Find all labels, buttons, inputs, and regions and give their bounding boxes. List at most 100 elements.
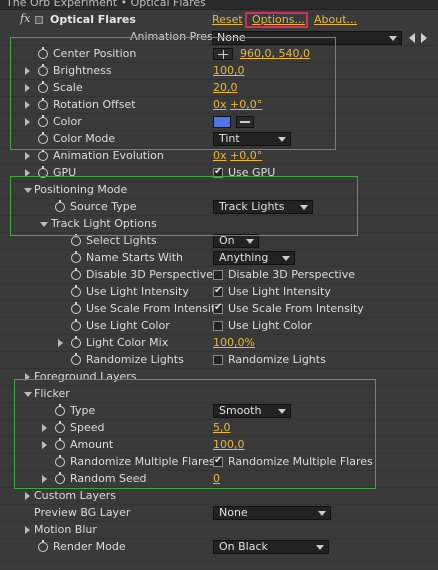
prop-render-mode: Render Mode On Black xyxy=(0,538,438,555)
stopwatch-icon[interactable] xyxy=(71,251,81,263)
twirl-icon[interactable] xyxy=(25,152,30,160)
effect-twirl-icon[interactable] xyxy=(35,16,43,24)
disable-3d-perspective-checkbox[interactable] xyxy=(213,270,223,280)
stopwatch-icon[interactable] xyxy=(38,166,48,178)
prop-label: Render Mode xyxy=(53,540,126,553)
stopwatch-icon[interactable] xyxy=(71,302,81,314)
use-light-intensity-checkbox[interactable] xyxy=(213,285,223,297)
presets-dropdown[interactable]: None xyxy=(212,31,402,45)
source-type-dropdown[interactable]: Track Lights xyxy=(213,200,313,214)
stopwatch-icon[interactable] xyxy=(71,353,81,365)
twirl-icon[interactable] xyxy=(40,222,48,227)
center-position-value[interactable]: 960,0, 540,0 xyxy=(240,47,310,60)
speed-value[interactable]: 5,0 xyxy=(213,421,231,434)
stopwatch-icon[interactable] xyxy=(55,200,65,212)
stopwatch-icon[interactable] xyxy=(55,438,65,450)
twirl-icon[interactable] xyxy=(42,475,47,483)
twirl-icon[interactable] xyxy=(24,188,32,193)
stopwatch-icon[interactable] xyxy=(55,455,65,467)
evolution-turns[interactable]: 0x xyxy=(213,149,227,162)
group-flicker[interactable]: Flicker xyxy=(0,385,438,402)
twirl-icon[interactable] xyxy=(25,169,30,177)
brightness-value[interactable]: 100,0 xyxy=(213,64,245,77)
light-color-mix-value[interactable]: 100,0% xyxy=(213,336,255,349)
twirl-icon[interactable] xyxy=(25,492,30,500)
twirl-icon[interactable] xyxy=(42,424,47,432)
prop-disable-3d-perspective: Disable 3D Perspective Disable 3D Perspe… xyxy=(0,266,438,283)
select-lights-dropdown[interactable]: On xyxy=(213,234,259,248)
twirl-icon[interactable] xyxy=(25,84,30,92)
reset-link[interactable]: Reset xyxy=(212,13,243,26)
prop-speed: Speed 5,0 xyxy=(0,419,438,436)
rotation-degrees[interactable]: +0,0° xyxy=(230,98,262,111)
stopwatch-icon[interactable] xyxy=(38,64,48,76)
prop-color: Color xyxy=(0,113,438,130)
stopwatch-icon[interactable] xyxy=(71,268,81,280)
next-preset-icon[interactable] xyxy=(421,33,427,43)
stopwatch-icon[interactable] xyxy=(38,132,48,144)
about-link[interactable]: About... xyxy=(314,13,357,26)
crosshair-icon[interactable] xyxy=(213,48,233,60)
twirl-icon[interactable] xyxy=(58,339,63,347)
animation-evolution-value[interactable]: 0x +0,0° xyxy=(213,149,262,162)
twirl-icon[interactable] xyxy=(24,392,32,397)
group-foreground-layers[interactable]: Foreground Layers xyxy=(0,368,438,385)
twirl-icon[interactable] xyxy=(42,441,47,449)
rotation-turns[interactable]: 0x xyxy=(213,98,227,111)
stopwatch-icon[interactable] xyxy=(38,540,48,552)
use-scale-from-intensity-checkbox[interactable] xyxy=(213,302,223,314)
stopwatch-icon[interactable] xyxy=(71,336,81,348)
twirl-icon[interactable] xyxy=(25,526,30,534)
checkbox-label: Randomize Multiple Flares xyxy=(228,455,373,468)
randomize-lights-checkbox[interactable] xyxy=(213,355,223,365)
evolution-degrees[interactable]: +0,0° xyxy=(230,149,262,162)
stopwatch-icon[interactable] xyxy=(55,404,65,416)
flicker-type-dropdown[interactable]: Smooth xyxy=(213,404,291,418)
options-link[interactable]: Options... xyxy=(252,13,305,26)
group-label: Track Light Options xyxy=(51,217,157,230)
color-mode-dropdown[interactable]: Tint xyxy=(213,132,291,146)
stopwatch-icon[interactable] xyxy=(38,47,48,59)
chevron-down-icon xyxy=(389,36,397,41)
stopwatch-icon[interactable] xyxy=(38,98,48,110)
chevron-down-icon xyxy=(278,137,286,142)
panel-title: The Orb Experiment • Optical Flares xyxy=(6,0,206,9)
preview-bg-layer-dropdown[interactable]: None xyxy=(213,506,331,520)
prop-use-scale-from-intensity: Use Scale From Intensit Use Scale From I… xyxy=(0,300,438,317)
prop-use-light-intensity: Use Light Intensity Use Light Intensity xyxy=(0,283,438,300)
use-light-color-checkbox[interactable] xyxy=(213,321,223,331)
stopwatch-icon[interactable] xyxy=(71,234,81,246)
scale-value[interactable]: 20,0 xyxy=(213,81,238,94)
twirl-icon[interactable] xyxy=(25,67,30,75)
group-motion-blur[interactable]: Motion Blur xyxy=(0,521,438,538)
stopwatch-icon[interactable] xyxy=(38,115,48,127)
group-positioning-mode[interactable]: Positioning Mode xyxy=(0,181,438,198)
twirl-icon[interactable] xyxy=(25,373,30,381)
random-seed-value[interactable]: 0 xyxy=(213,472,220,485)
stopwatch-icon[interactable] xyxy=(38,149,48,161)
group-track-light-options[interactable]: Track Light Options xyxy=(0,215,438,232)
group-custom-layers[interactable]: Custom Layers xyxy=(0,487,438,504)
prev-preset-icon[interactable] xyxy=(409,33,415,43)
twirl-icon[interactable] xyxy=(25,101,30,109)
stopwatch-icon[interactable] xyxy=(55,421,65,433)
prop-random-seed: Random Seed 0 xyxy=(0,470,438,487)
fx-toggle[interactable]: fx xyxy=(20,12,30,25)
prop-use-light-color: Use Light Color Use Light Color xyxy=(0,317,438,334)
amount-value[interactable]: 100,0 xyxy=(213,438,245,451)
name-starts-with-dropdown[interactable]: Anything xyxy=(213,251,295,265)
chevron-down-icon xyxy=(278,409,286,414)
use-gpu-checkbox[interactable] xyxy=(213,166,223,178)
stopwatch-icon[interactable] xyxy=(55,472,65,484)
randomize-multiple-flares-checkbox[interactable] xyxy=(213,455,223,467)
eyedropper-icon[interactable] xyxy=(236,116,254,128)
stopwatch-icon[interactable] xyxy=(38,81,48,93)
rotation-offset-value[interactable]: 0x +0,0° xyxy=(213,98,262,111)
stopwatch-icon[interactable] xyxy=(71,319,81,331)
prop-gpu: GPU Use GPU xyxy=(0,164,438,181)
chevron-down-icon xyxy=(246,239,254,244)
twirl-icon[interactable] xyxy=(25,118,30,126)
color-swatch[interactable] xyxy=(213,116,231,128)
stopwatch-icon[interactable] xyxy=(71,285,81,297)
render-mode-dropdown[interactable]: On Black xyxy=(213,540,329,554)
